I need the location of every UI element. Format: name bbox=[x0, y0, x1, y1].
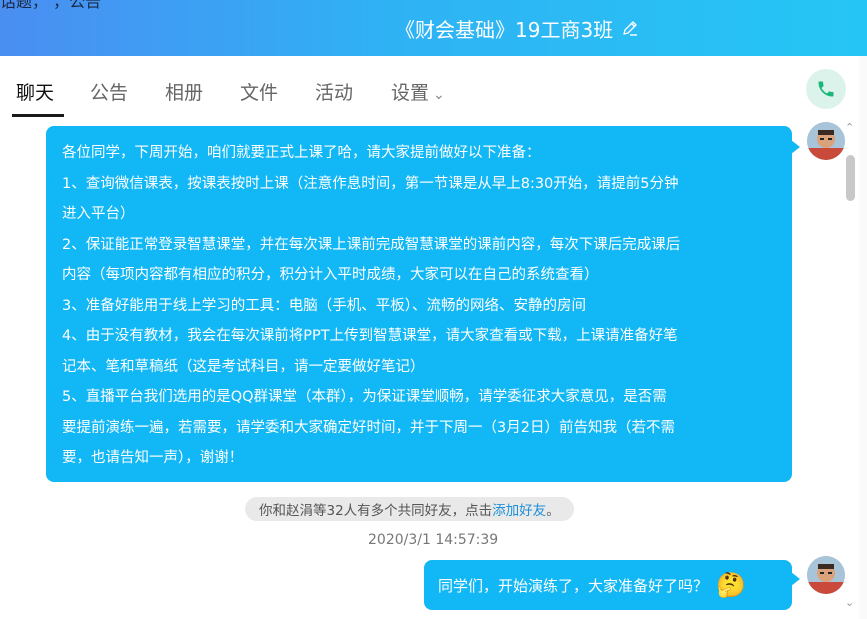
message-line: 内容（每项内容都有相应的积分，积分计入平时成绩，大家可以在自己的系统查看） bbox=[62, 267, 599, 283]
message-line: 5、直播平台我们选用的是QQ群课堂（本群），为保证课堂顺畅，请学委征求大家意见，… bbox=[62, 389, 667, 405]
avatar[interactable] bbox=[807, 556, 845, 594]
thinking-emoji-icon: 🤔 bbox=[716, 571, 746, 599]
tab-activity[interactable]: 活动 bbox=[315, 78, 353, 105]
chevron-down-icon: ⌄ bbox=[433, 87, 445, 103]
window-edge bbox=[859, 56, 867, 619]
message-line: 要提前演练一遍，若需要，请学委和大家确定好时间，并于下周一（3月2日）前告知我（… bbox=[62, 419, 675, 436]
scrollbar-thumb[interactable] bbox=[846, 155, 855, 201]
tab-album[interactable]: 相册 bbox=[165, 78, 203, 105]
tab-files[interactable]: 文件 bbox=[240, 78, 278, 105]
bubble-tail bbox=[791, 572, 800, 586]
message-timestamp: 2020/3/1 14:57:39 bbox=[368, 532, 499, 548]
pencil-icon[interactable] bbox=[621, 19, 639, 37]
avatar[interactable] bbox=[807, 122, 845, 160]
message-line: 3、准备好能用于线上学习的工具：电脑（手机、平板）、流畅的网络、安静的房间 bbox=[62, 297, 586, 314]
header-clipped-text: 话题， ，公告 bbox=[0, 0, 102, 11]
message-text: 同学们，开始演练了，大家准备好了吗？ bbox=[438, 576, 709, 595]
message-bubble[interactable]: 各位同学，下周开始，咱们就要正式上课了哈，请大家提前做好以下准备： 1、查询微信… bbox=[46, 126, 792, 482]
chat-title: 《财会基础》19工商3班 bbox=[395, 17, 614, 42]
tab-settings[interactable]: 设置 ⌄ bbox=[391, 78, 445, 105]
voice-call-button[interactable] bbox=[806, 69, 846, 109]
message-bubble[interactable]: 同学们，开始演练了，大家准备好了吗？ 🤔 bbox=[424, 560, 792, 610]
message-line: 4、由于没有教材，我会在每次课前将PPT上传到智慧课堂，请大家查看或下载，上课请… bbox=[62, 328, 678, 344]
message-line: 记本、笔和草稿纸（这是考试科目，请一定要做好笔记） bbox=[62, 358, 425, 375]
scroll-down-arrow-icon[interactable]: ⌄ bbox=[845, 596, 854, 609]
bubble-tail bbox=[791, 140, 800, 154]
mutual-friends-notice: 你和赵涓等32人有多个共同好友，点击 添加好友。 bbox=[245, 497, 574, 521]
phone-icon bbox=[818, 81, 834, 97]
notice-suffix: 。 bbox=[546, 503, 560, 519]
tab-chat[interactable]: 聊天 bbox=[16, 78, 54, 105]
active-tab-underline bbox=[12, 114, 64, 117]
tab-bar: 聊天 公告 相册 文件 活动 设置 ⌄ bbox=[0, 56, 867, 120]
message-line: 进入平台） bbox=[62, 206, 135, 222]
add-friend-link[interactable]: 添加好友 bbox=[492, 499, 546, 519]
message-line: 要，也请告知一声），谢谢！ bbox=[62, 450, 244, 466]
tab-settings-label: 设置 bbox=[391, 82, 430, 104]
scroll-up-arrow-icon[interactable]: ⌃ bbox=[845, 121, 854, 134]
tab-announcement[interactable]: 公告 bbox=[90, 78, 128, 105]
notice-text: 你和赵涓等32人有多个共同好友，点击 bbox=[259, 503, 493, 519]
message-line: 1、查询微信课表，按课表按时上课（注意作息时间，第一节课是从早上8:30开始，请… bbox=[62, 175, 679, 192]
chat-header: 话题， ，公告 《财会基础》19工商3班 bbox=[0, 0, 867, 56]
chat-title-group: 《财会基础》19工商3班 bbox=[395, 14, 639, 42]
message-line: 各位同学，下周开始，咱们就要正式上课了哈，请大家提前做好以下准备： bbox=[62, 145, 541, 161]
message-line: 2、保证能正常登录智慧课堂，并在每次课上课前完成智慧课堂的课前内容，每次下课后完… bbox=[62, 236, 681, 253]
